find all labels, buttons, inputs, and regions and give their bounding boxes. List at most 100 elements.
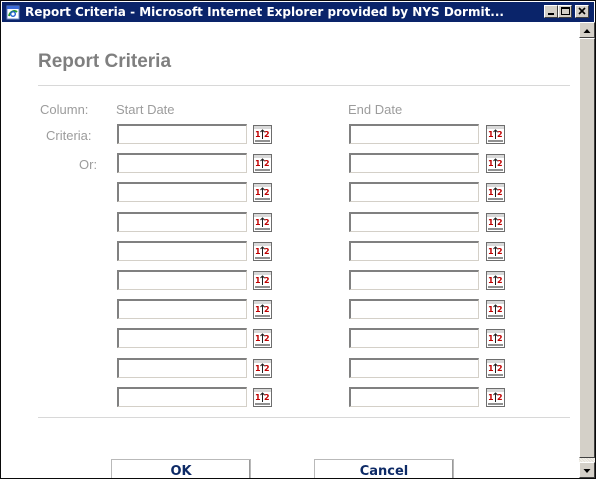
start-date-field-5[interactable] bbox=[117, 241, 247, 261]
end-date-field-10[interactable] bbox=[349, 387, 479, 407]
end-date-header: End Date bbox=[348, 102, 403, 117]
svg-text:2: 2 bbox=[264, 130, 270, 139]
end-date-field-6[interactable] bbox=[349, 270, 479, 290]
svg-text:1: 1 bbox=[255, 393, 261, 402]
start-date-picker-button-6[interactable]: 12 bbox=[253, 271, 272, 290]
svg-text:2: 2 bbox=[497, 334, 503, 343]
start-date-field-9[interactable] bbox=[117, 358, 247, 378]
start-date-field-3[interactable] bbox=[117, 182, 247, 202]
svg-text:2: 2 bbox=[497, 364, 503, 373]
start-date-field-4[interactable] bbox=[117, 212, 247, 232]
start-date-field-6[interactable] bbox=[117, 270, 247, 290]
start-date-field-7[interactable] bbox=[117, 299, 247, 319]
end-date-field-3[interactable] bbox=[349, 182, 479, 202]
calendar-picker-icon: 12 bbox=[486, 242, 505, 261]
start-date-picker-button-3[interactable]: 12 bbox=[253, 183, 272, 202]
start-date-header: Start Date bbox=[116, 102, 175, 117]
svg-text:1: 1 bbox=[255, 305, 261, 314]
or-label: Or: bbox=[79, 157, 98, 172]
svg-text:2: 2 bbox=[264, 247, 270, 256]
close-button[interactable] bbox=[575, 5, 589, 18]
minimize-button[interactable] bbox=[544, 5, 558, 18]
end-date-field-8[interactable] bbox=[349, 328, 479, 348]
calendar-picker-icon: 12 bbox=[486, 125, 505, 144]
calendar-picker-icon: 12 bbox=[486, 271, 505, 290]
svg-text:1: 1 bbox=[488, 130, 494, 139]
end-date-picker-button-9[interactable]: 12 bbox=[486, 359, 505, 378]
title-bar[interactable]: Report Criteria - Microsoft Internet Exp… bbox=[2, 2, 594, 22]
end-date-picker-button-4[interactable]: 12 bbox=[486, 213, 505, 232]
ok-button[interactable]: OK bbox=[111, 459, 251, 478]
start-date-picker-button-9[interactable]: 12 bbox=[253, 359, 272, 378]
scroll-up-button[interactable] bbox=[579, 22, 595, 38]
end-date-picker-button-5[interactable]: 12 bbox=[486, 242, 505, 261]
start-date-picker-button-7[interactable]: 12 bbox=[253, 300, 272, 319]
svg-text:1: 1 bbox=[255, 247, 261, 256]
svg-text:2: 2 bbox=[264, 364, 270, 373]
calendar-picker-icon: 12 bbox=[253, 300, 272, 319]
scroll-down-button[interactable] bbox=[579, 462, 595, 478]
arrow-up-icon bbox=[583, 29, 591, 33]
svg-text:2: 2 bbox=[497, 130, 503, 139]
cancel-button[interactable]: Cancel bbox=[314, 459, 454, 478]
calendar-picker-icon: 12 bbox=[253, 213, 272, 232]
calendar-picker-icon: 12 bbox=[486, 183, 505, 202]
page-title: Report Criteria bbox=[38, 51, 172, 72]
start-date-field-2[interactable] bbox=[117, 153, 247, 173]
page-content: Report Criteria Column: Start Date End D… bbox=[2, 22, 579, 478]
criteria-label: Criteria: bbox=[46, 128, 92, 143]
end-date-field-2[interactable] bbox=[349, 153, 479, 173]
end-date-picker-button-10[interactable]: 12 bbox=[486, 388, 505, 407]
end-date-picker-button-7[interactable]: 12 bbox=[486, 300, 505, 319]
start-date-field-8[interactable] bbox=[117, 328, 247, 348]
calendar-picker-icon: 12 bbox=[253, 359, 272, 378]
svg-text:1: 1 bbox=[255, 334, 261, 343]
calendar-picker-icon: 12 bbox=[486, 213, 505, 232]
svg-text:2: 2 bbox=[497, 218, 503, 227]
arrow-down-icon bbox=[583, 469, 591, 473]
start-date-picker-button-10[interactable]: 12 bbox=[253, 388, 272, 407]
svg-text:2: 2 bbox=[497, 393, 503, 402]
start-date-picker-button-8[interactable]: 12 bbox=[253, 329, 272, 348]
end-date-picker-button-2[interactable]: 12 bbox=[486, 154, 505, 173]
end-date-picker-button-1[interactable]: 12 bbox=[486, 125, 505, 144]
svg-text:2: 2 bbox=[497, 188, 503, 197]
svg-text:1: 1 bbox=[255, 218, 261, 227]
start-date-field-10[interactable] bbox=[117, 387, 247, 407]
minimize-icon bbox=[548, 13, 554, 15]
svg-text:2: 2 bbox=[497, 305, 503, 314]
end-date-field-1[interactable] bbox=[349, 124, 479, 144]
end-date-field-5[interactable] bbox=[349, 241, 479, 261]
start-date-field-1[interactable] bbox=[117, 124, 247, 144]
maximize-icon bbox=[561, 7, 570, 15]
end-date-field-9[interactable] bbox=[349, 358, 479, 378]
calendar-picker-icon: 12 bbox=[253, 242, 272, 261]
svg-text:2: 2 bbox=[264, 218, 270, 227]
start-date-picker-button-2[interactable]: 12 bbox=[253, 154, 272, 173]
end-date-field-4[interactable] bbox=[349, 212, 479, 232]
svg-text:1: 1 bbox=[488, 305, 494, 314]
svg-text:2: 2 bbox=[497, 159, 503, 168]
column-label: Column: bbox=[40, 102, 89, 117]
close-icon bbox=[578, 7, 586, 15]
maximize-button[interactable] bbox=[558, 5, 572, 18]
end-date-picker-button-8[interactable]: 12 bbox=[486, 329, 505, 348]
svg-text:1: 1 bbox=[255, 276, 261, 285]
svg-text:1: 1 bbox=[488, 334, 494, 343]
window-title: Report Criteria - Microsoft Internet Exp… bbox=[25, 5, 504, 19]
calendar-picker-icon: 12 bbox=[253, 125, 272, 144]
svg-text:2: 2 bbox=[497, 276, 503, 285]
svg-text:2: 2 bbox=[264, 159, 270, 168]
end-date-field-7[interactable] bbox=[349, 299, 479, 319]
svg-text:1: 1 bbox=[488, 218, 494, 227]
ie-page-icon bbox=[5, 4, 21, 20]
svg-text:1: 1 bbox=[488, 188, 494, 197]
end-date-picker-button-6[interactable]: 12 bbox=[486, 271, 505, 290]
end-date-picker-button-3[interactable]: 12 bbox=[486, 183, 505, 202]
start-date-picker-button-1[interactable]: 12 bbox=[253, 125, 272, 144]
calendar-picker-icon: 12 bbox=[486, 154, 505, 173]
vertical-scrollbar[interactable] bbox=[579, 22, 595, 478]
scroll-thumb[interactable] bbox=[579, 38, 595, 458]
start-date-picker-button-5[interactable]: 12 bbox=[253, 242, 272, 261]
start-date-picker-button-4[interactable]: 12 bbox=[253, 213, 272, 232]
